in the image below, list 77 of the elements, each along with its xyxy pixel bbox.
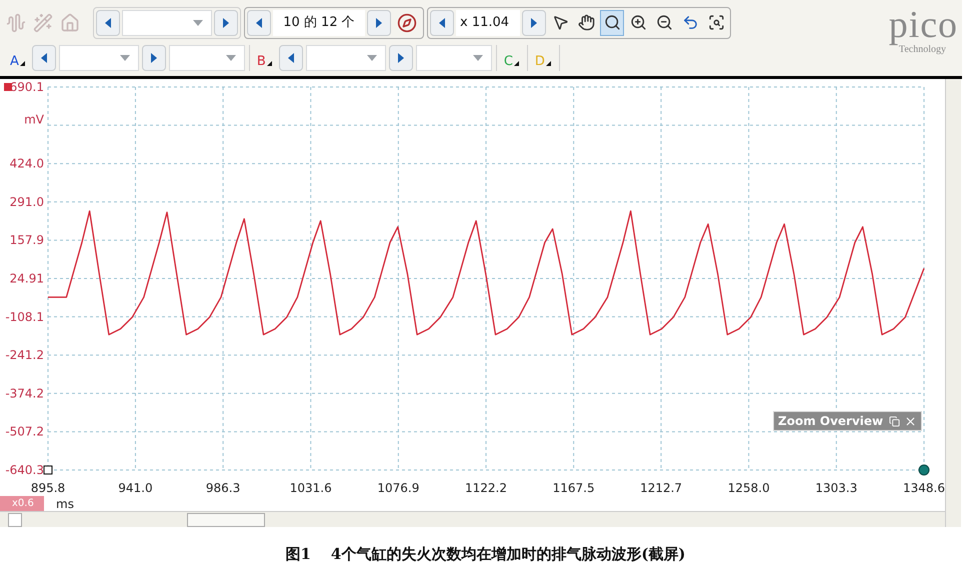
dropdown-caret-icon bbox=[366, 55, 377, 61]
next-button[interactable] bbox=[214, 10, 238, 36]
channel-button[interactable]: B bbox=[252, 45, 276, 71]
dropdown-field[interactable] bbox=[122, 10, 212, 36]
y-axis-label: 24.91 bbox=[10, 272, 44, 286]
dropdown-field[interactable] bbox=[168, 45, 245, 71]
close-icon[interactable] bbox=[904, 414, 917, 428]
previous-button[interactable] bbox=[430, 10, 454, 36]
x-axis-label: 986.3 bbox=[206, 481, 240, 495]
right-arrow-icon bbox=[398, 53, 404, 63]
x-axis-unit: ms bbox=[56, 496, 74, 512]
corner-triangle-icon bbox=[546, 61, 551, 66]
previous-button[interactable] bbox=[32, 45, 56, 71]
previous-button[interactable] bbox=[247, 10, 271, 36]
left-arrow-icon bbox=[256, 18, 262, 28]
y-axis-unit: mV bbox=[24, 112, 44, 126]
corner-triangle-icon bbox=[20, 61, 25, 66]
dropdown-caret-icon bbox=[120, 55, 130, 61]
y-axis-label: 157.9 bbox=[10, 233, 44, 248]
x-axis-label: 1076.9 bbox=[377, 481, 420, 495]
corner-triangle-icon bbox=[514, 61, 519, 66]
y-axis-label: 291.0 bbox=[10, 194, 44, 209]
capture-counter-field[interactable]: 10 的 12 个 bbox=[273, 10, 365, 36]
x-axis-label: 941.0 bbox=[118, 481, 153, 495]
dropdown-field[interactable] bbox=[58, 45, 139, 71]
left-arrow-icon bbox=[40, 53, 47, 63]
corner-triangle-icon bbox=[266, 61, 272, 66]
figure-caption: 4个气缸的失火次数均在增加时的排气脉动波形(截屏) bbox=[330, 544, 686, 565]
compass-icon[interactable] bbox=[397, 12, 417, 32]
y-axis-label: -241.2 bbox=[5, 348, 44, 362]
left-arrow-icon bbox=[105, 18, 111, 28]
right-arrow-icon bbox=[376, 18, 382, 28]
x-axis-label: 1258.0 bbox=[728, 481, 770, 495]
dropdown-field[interactable] bbox=[306, 45, 386, 71]
next-button[interactable] bbox=[388, 45, 413, 71]
y-axis-label: -374.2 bbox=[5, 386, 44, 400]
figure-number: 图1 bbox=[285, 544, 311, 565]
panel-title: Zoom Overview bbox=[778, 413, 884, 430]
zoom-icon[interactable] bbox=[600, 10, 624, 36]
pico-logo: pico Technology bbox=[888, 3, 959, 57]
dropdown-caret-icon bbox=[226, 55, 236, 61]
next-button[interactable] bbox=[142, 45, 166, 71]
zoom-overview-panel[interactable]: Zoom Overview bbox=[773, 411, 922, 431]
channel-marker-icon bbox=[4, 83, 12, 91]
x-axis-label: 1031.6 bbox=[290, 481, 332, 495]
zoom-factor-field[interactable]: x 11.04 bbox=[456, 10, 520, 36]
x-axis-label: 1212.7 bbox=[640, 481, 682, 495]
scrollbar-thumb[interactable] bbox=[187, 512, 265, 526]
dropdown-caret-icon bbox=[193, 20, 203, 26]
horizontal-scrollbar[interactable] bbox=[0, 511, 945, 527]
right-arrow-icon bbox=[531, 18, 537, 28]
y-axis-label: -507.2 bbox=[5, 424, 44, 439]
x-axis-label: 1167.5 bbox=[552, 481, 595, 495]
next-button[interactable] bbox=[522, 10, 546, 36]
x-axis-label: 1348.6 bbox=[903, 481, 945, 495]
y-axis-label: -640.3 bbox=[5, 463, 44, 477]
right-arrow-icon bbox=[150, 53, 157, 63]
y-axis-label: -108.1 bbox=[5, 310, 44, 324]
previous-button[interactable] bbox=[278, 45, 303, 71]
restore-icon[interactable] bbox=[889, 416, 900, 426]
dropdown-field[interactable] bbox=[416, 45, 492, 71]
right-arrow-icon bbox=[223, 18, 229, 28]
channel-button[interactable]: C bbox=[500, 45, 523, 71]
left-arrow-icon bbox=[439, 18, 445, 28]
dropdown-caret-icon bbox=[472, 55, 483, 61]
left-arrow-icon bbox=[288, 53, 294, 63]
x-axis-label: 1303.3 bbox=[815, 481, 858, 495]
x-axis-label: 895.8 bbox=[30, 481, 66, 495]
previous-button[interactable] bbox=[96, 10, 120, 36]
channel-button[interactable]: A bbox=[6, 45, 29, 71]
y-axis-label: 424.0 bbox=[10, 156, 44, 171]
next-button[interactable] bbox=[367, 10, 391, 36]
ruler-marker-icon[interactable] bbox=[44, 466, 52, 474]
x-axis-label: 1122.2 bbox=[465, 481, 507, 495]
trigger-marker-icon[interactable] bbox=[918, 464, 930, 476]
zoom-badge: x0.6 bbox=[0, 496, 44, 511]
vertical-scrollbar[interactable] bbox=[945, 79, 961, 527]
